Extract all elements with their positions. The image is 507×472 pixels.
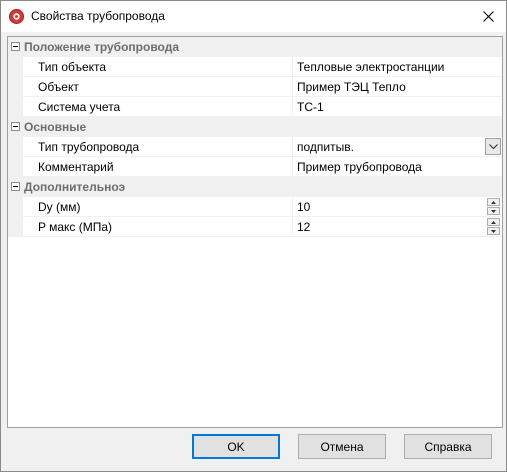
app-icon [9,9,24,24]
property-name: Тип объекта [38,60,107,74]
pipeline-type-select[interactable]: подпитыв. [297,140,354,154]
chevron-down-icon [488,143,498,149]
spin-down-button[interactable] [487,227,500,235]
spin-down-button[interactable] [487,207,500,215]
window-title: Свойства трубопровода [31,9,165,23]
property-name: Объект [38,80,79,94]
property-name: P макс (МПа) [38,220,113,234]
cancel-button[interactable]: Отмена [298,434,386,459]
category-label: Основные [24,120,87,134]
property-row[interactable]: Тип объекта Тепловые электростанции [8,57,502,77]
property-value[interactable]: ТС-1 [297,100,324,114]
collapse-icon[interactable] [11,122,20,131]
property-name: Тип трубопровода [38,140,140,154]
category-label: Положение трубопровода [24,40,180,54]
arrow-down-icon [491,209,496,213]
close-icon [482,11,494,22]
spin-up-button[interactable] [487,198,500,206]
spin-buttons[interactable] [487,198,500,215]
dialog-window: Свойства трубопровода Положение трубопро… [0,0,507,472]
spin-up-button[interactable] [487,218,500,226]
property-row[interactable]: Тип трубопровода подпитыв. [8,137,502,157]
arrow-down-icon [491,229,496,233]
property-name: Dy (мм) [38,200,81,214]
category-additional[interactable]: Дополнительноэ [8,177,502,197]
collapse-icon[interactable] [11,42,20,51]
property-row[interactable]: Система учета ТС-1 [8,97,502,117]
dropdown-button[interactable] [485,138,501,155]
spin-buttons[interactable] [487,218,500,235]
comment-field[interactable]: Пример трубопровода [297,160,422,174]
property-value[interactable]: Пример ТЭЦ Тепло [297,80,406,94]
arrow-up-icon [491,220,496,224]
help-button[interactable]: Справка [404,434,492,459]
property-row[interactable]: Объект Пример ТЭЦ Тепло [8,77,502,97]
property-row[interactable]: Dy (мм) 10 [8,197,502,217]
dy-stepper[interactable]: 10 [297,200,310,214]
property-name: Система учета [38,100,121,114]
property-row[interactable]: Комментарий Пример трубопровода [8,157,502,177]
category-position[interactable]: Положение трубопровода [8,37,502,57]
property-value[interactable]: Тепловые электростанции [297,60,444,74]
property-name: Комментарий [38,160,114,174]
property-row[interactable]: P макс (МПа) 12 [8,217,502,237]
pmax-stepper[interactable]: 12 [297,220,310,234]
close-button[interactable] [470,1,506,32]
arrow-up-icon [491,200,496,204]
property-grid: Положение трубопровода Тип объекта Тепло… [7,36,503,428]
ok-button[interactable]: OK [192,434,280,459]
collapse-icon[interactable] [11,182,20,191]
category-main[interactable]: Основные [8,117,502,137]
category-label: Дополнительноэ [24,180,126,194]
title-bar[interactable]: Свойства трубопровода [1,1,506,32]
